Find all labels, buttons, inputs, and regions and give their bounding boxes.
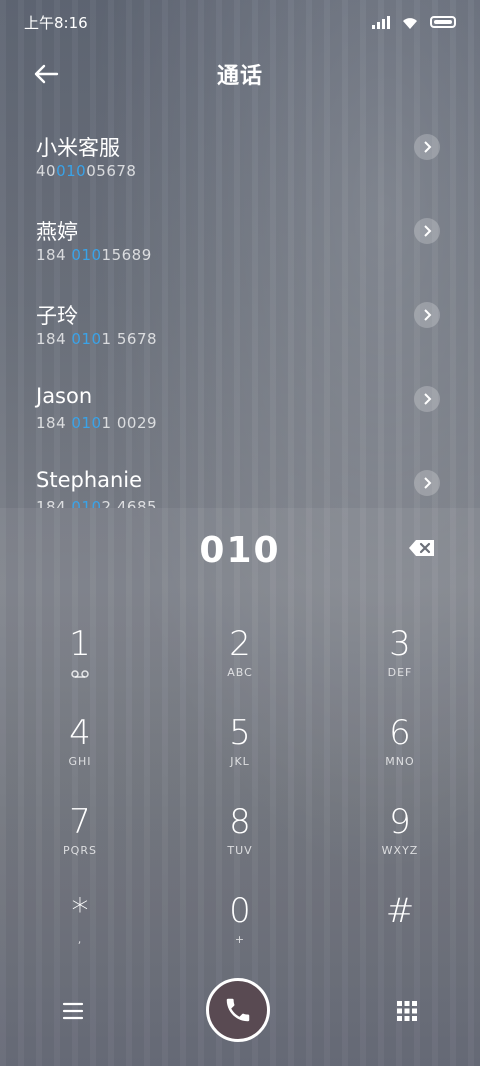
list-item[interactable]: 燕婷 184 01015689 (0, 196, 480, 280)
header: 通话 (0, 44, 480, 104)
key-3[interactable]: 3 DEF (320, 624, 480, 712)
signal-icon (372, 15, 390, 29)
contact-number: 4001005678 (36, 162, 137, 180)
chevron-right-icon (424, 477, 432, 489)
chevron-right-icon (424, 393, 432, 405)
key-hash[interactable]: # (320, 891, 480, 979)
key-star[interactable]: * , (0, 891, 160, 979)
list-item[interactable]: Stephanie 184 0102 4685 (0, 448, 480, 508)
contact-detail-button[interactable] (414, 470, 440, 496)
key-8[interactable]: 8 TUV (160, 802, 320, 890)
menu-icon (62, 1002, 84, 1020)
chevron-right-icon (424, 309, 432, 321)
status-time: 上午8:16 (24, 13, 88, 32)
battery-icon (430, 16, 456, 28)
keypad-icon (397, 1001, 417, 1021)
key-9[interactable]: 9 WXYZ (320, 802, 480, 890)
page-title: 通话 (216, 64, 263, 89)
contact-name: 小米客服 (36, 136, 120, 160)
wifi-icon (403, 18, 417, 29)
key-4[interactable]: 4 GHI (0, 713, 160, 801)
contact-detail-button[interactable] (414, 218, 440, 244)
list-item[interactable]: 子玲 184 0101 5678 (0, 280, 480, 364)
contact-number: 184 0101 5678 (36, 330, 158, 348)
key-7[interactable]: 7 PQRS (0, 802, 160, 890)
list-item[interactable]: Jason 184 0101 0029 (0, 364, 480, 448)
status-bar: 上午8:16 (0, 0, 480, 44)
key-1[interactable]: 1 (0, 624, 160, 712)
chevron-right-icon (424, 225, 432, 237)
contact-number: 184 0102 4685 (36, 498, 158, 508)
backspace-icon (409, 540, 434, 556)
chevron-right-icon (424, 141, 432, 153)
contact-name: Jason (36, 384, 93, 408)
contact-name: Stephanie (36, 468, 143, 492)
voicemail-icon (71, 670, 89, 678)
menu-button[interactable] (58, 996, 88, 1026)
back-button[interactable] (28, 56, 64, 92)
contact-list: 小米客服 4001005678 燕婷 184 01015689 子玲 184 0… (0, 112, 480, 508)
status-icons (372, 14, 456, 30)
contact-detail-button[interactable] (414, 302, 440, 328)
contact-number: 184 0101 0029 (36, 414, 158, 432)
list-item[interactable]: 小米客服 4001005678 (0, 112, 480, 196)
delete-button[interactable] (408, 538, 440, 562)
key-6[interactable]: 6 MNO (320, 713, 480, 801)
contact-name: 燕婷 (36, 220, 78, 244)
key-2[interactable]: 2 ABC (160, 624, 320, 712)
key-0[interactable]: 0 + (160, 891, 320, 979)
back-arrow-icon (34, 64, 59, 84)
contact-detail-button[interactable] (414, 386, 440, 412)
contact-detail-button[interactable] (414, 134, 440, 160)
phone-icon (226, 998, 250, 1022)
call-button[interactable] (206, 978, 270, 1042)
dialpad-toggle-button[interactable] (394, 998, 420, 1024)
key-5[interactable]: 5 JKL (160, 713, 320, 801)
contact-name: 子玲 (36, 304, 78, 328)
contact-number: 184 01015689 (36, 246, 152, 264)
bottom-action-bar (0, 978, 480, 1048)
